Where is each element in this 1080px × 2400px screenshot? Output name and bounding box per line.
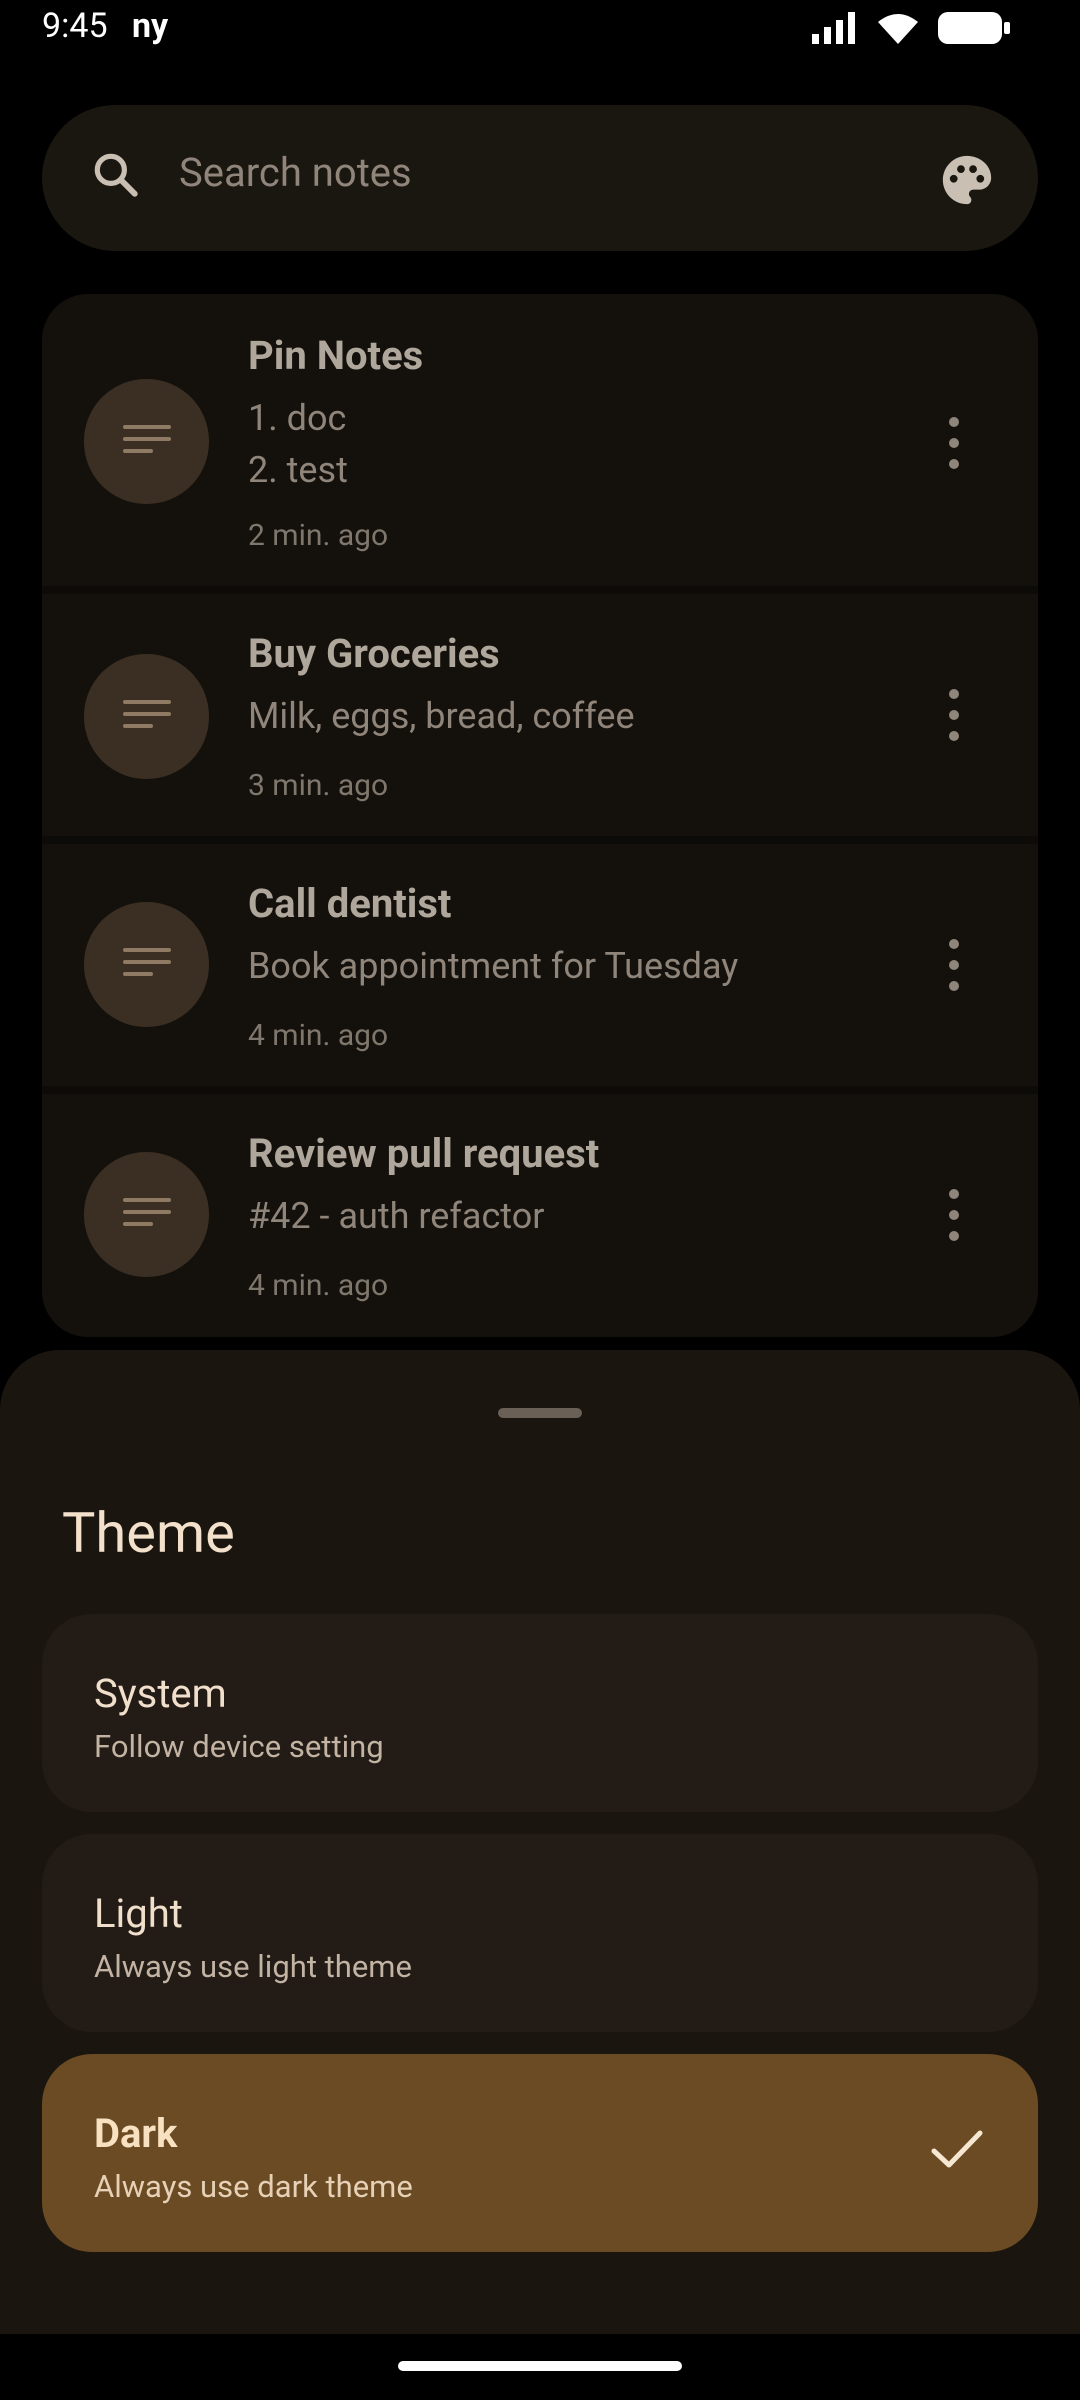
theme-bottom-sheet: Theme System Follow device setting Light… bbox=[0, 1350, 1080, 2400]
more-options-icon[interactable] bbox=[948, 1188, 960, 1242]
notes-list: Pin Notes 1. doc 2. test 2 min. ago Buy … bbox=[42, 294, 1038, 1337]
status-time: 9:45 bbox=[42, 6, 108, 46]
note-body: Milk, eggs, bread, coffee bbox=[248, 695, 635, 737]
note-avatar bbox=[84, 379, 209, 504]
notes-icon bbox=[122, 1197, 171, 1226]
more-options-icon[interactable] bbox=[948, 688, 960, 742]
status-icons bbox=[812, 10, 1010, 46]
note-avatar bbox=[84, 654, 209, 779]
theme-option-light[interactable]: Light Always use light theme bbox=[42, 1834, 1038, 2032]
option-desc: Always use light theme bbox=[94, 1948, 412, 1985]
more-options-icon[interactable] bbox=[948, 938, 960, 992]
note-avatar bbox=[84, 1152, 209, 1277]
note-time: 4 min. ago bbox=[248, 1268, 389, 1303]
note-body: 1. doc 2. test bbox=[248, 397, 348, 491]
battery-icon bbox=[938, 12, 1010, 44]
search-placeholder: Search notes bbox=[179, 149, 412, 196]
notes-icon bbox=[122, 424, 171, 453]
note-avatar bbox=[84, 902, 209, 1027]
note-card[interactable]: Review pull request #42 - auth refactor … bbox=[42, 1094, 1038, 1337]
more-options-icon[interactable] bbox=[948, 416, 960, 470]
note-title: Review pull request bbox=[248, 1130, 600, 1177]
signal-icon bbox=[812, 12, 855, 44]
theme-option-dark[interactable]: Dark Always use dark theme bbox=[42, 2054, 1038, 2252]
option-desc: Always use dark theme bbox=[94, 2168, 413, 2205]
palette-icon[interactable] bbox=[938, 151, 996, 209]
wifi-icon bbox=[878, 14, 918, 44]
option-desc: Follow device setting bbox=[94, 1728, 384, 1765]
sheet-title: Theme bbox=[62, 1500, 235, 1566]
note-body: Book appointment for Tuesday bbox=[248, 945, 739, 987]
search-icon bbox=[94, 153, 138, 197]
notes-icon bbox=[122, 947, 171, 976]
check-icon bbox=[931, 2130, 983, 2168]
note-time: 3 min. ago bbox=[248, 768, 389, 803]
note-time: 4 min. ago bbox=[248, 1018, 389, 1053]
note-title: Buy Groceries bbox=[248, 630, 500, 677]
note-card[interactable]: Buy Groceries Milk, eggs, bread, coffee … bbox=[42, 594, 1038, 836]
drag-handle[interactable] bbox=[498, 1408, 582, 1418]
notes-icon bbox=[122, 699, 171, 728]
gesture-nav-bar bbox=[0, 2334, 1080, 2400]
theme-option-system[interactable]: System Follow device setting bbox=[42, 1614, 1038, 1812]
status-bar: 9:45 ny bbox=[0, 0, 1080, 64]
note-title: Call dentist bbox=[248, 880, 452, 927]
note-card[interactable]: Pin Notes 1. doc 2. test 2 min. ago bbox=[42, 294, 1038, 586]
home-handle[interactable] bbox=[398, 2361, 682, 2371]
search-bar[interactable]: Search notes bbox=[42, 105, 1038, 251]
note-title: Pin Notes bbox=[248, 332, 424, 379]
note-card[interactable]: Call dentist Book appointment for Tuesda… bbox=[42, 844, 1038, 1086]
note-body: #42 - auth refactor bbox=[248, 1195, 545, 1237]
note-time: 2 min. ago bbox=[248, 518, 389, 553]
option-label: Dark bbox=[94, 2110, 178, 2157]
status-carrier: ny bbox=[132, 6, 169, 46]
option-label: Light bbox=[94, 1890, 183, 1937]
option-label: System bbox=[94, 1670, 227, 1717]
